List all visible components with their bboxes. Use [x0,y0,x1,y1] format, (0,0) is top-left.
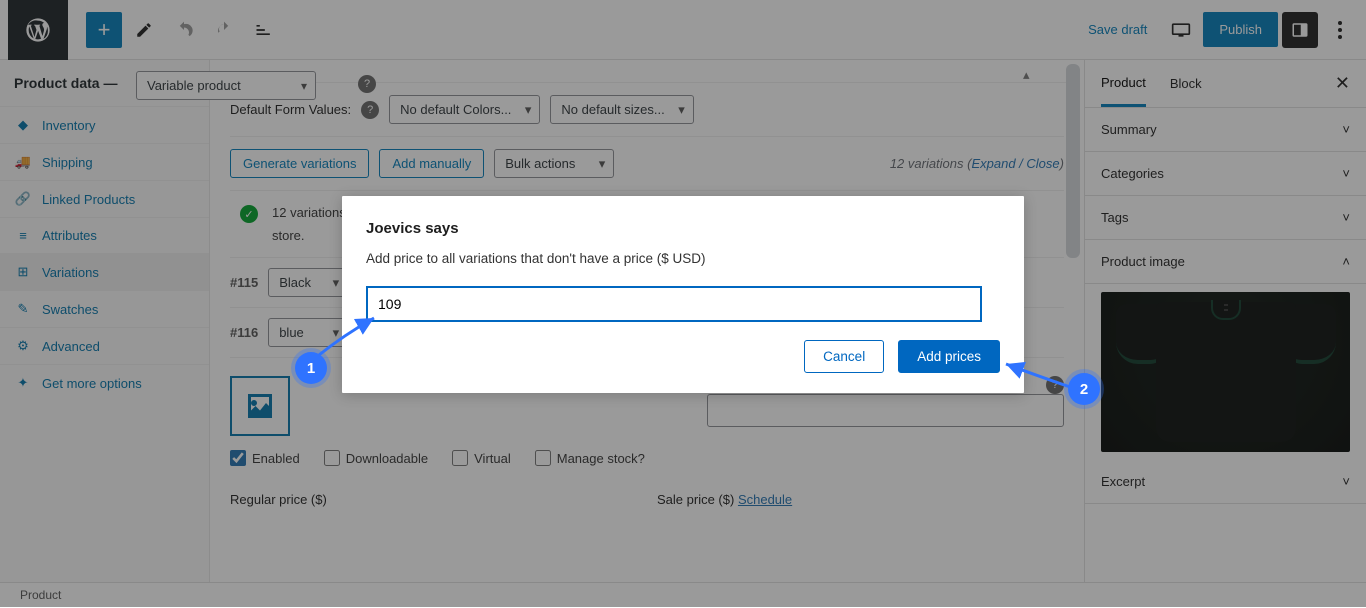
arrow-1 [314,310,384,360]
cancel-button[interactable]: Cancel [804,340,884,373]
callout-1: 1 [295,352,327,384]
dialog-text: Add price to all variations that don't h… [366,251,1000,266]
arrow-2 [998,358,1078,398]
price-prompt-dialog: Joevics says Add price to all variations… [342,196,1024,393]
price-input[interactable] [366,286,982,322]
add-prices-button[interactable]: Add prices [898,340,1000,373]
dialog-title: Joevics says [366,220,1000,237]
callout-2: 2 [1068,373,1100,405]
